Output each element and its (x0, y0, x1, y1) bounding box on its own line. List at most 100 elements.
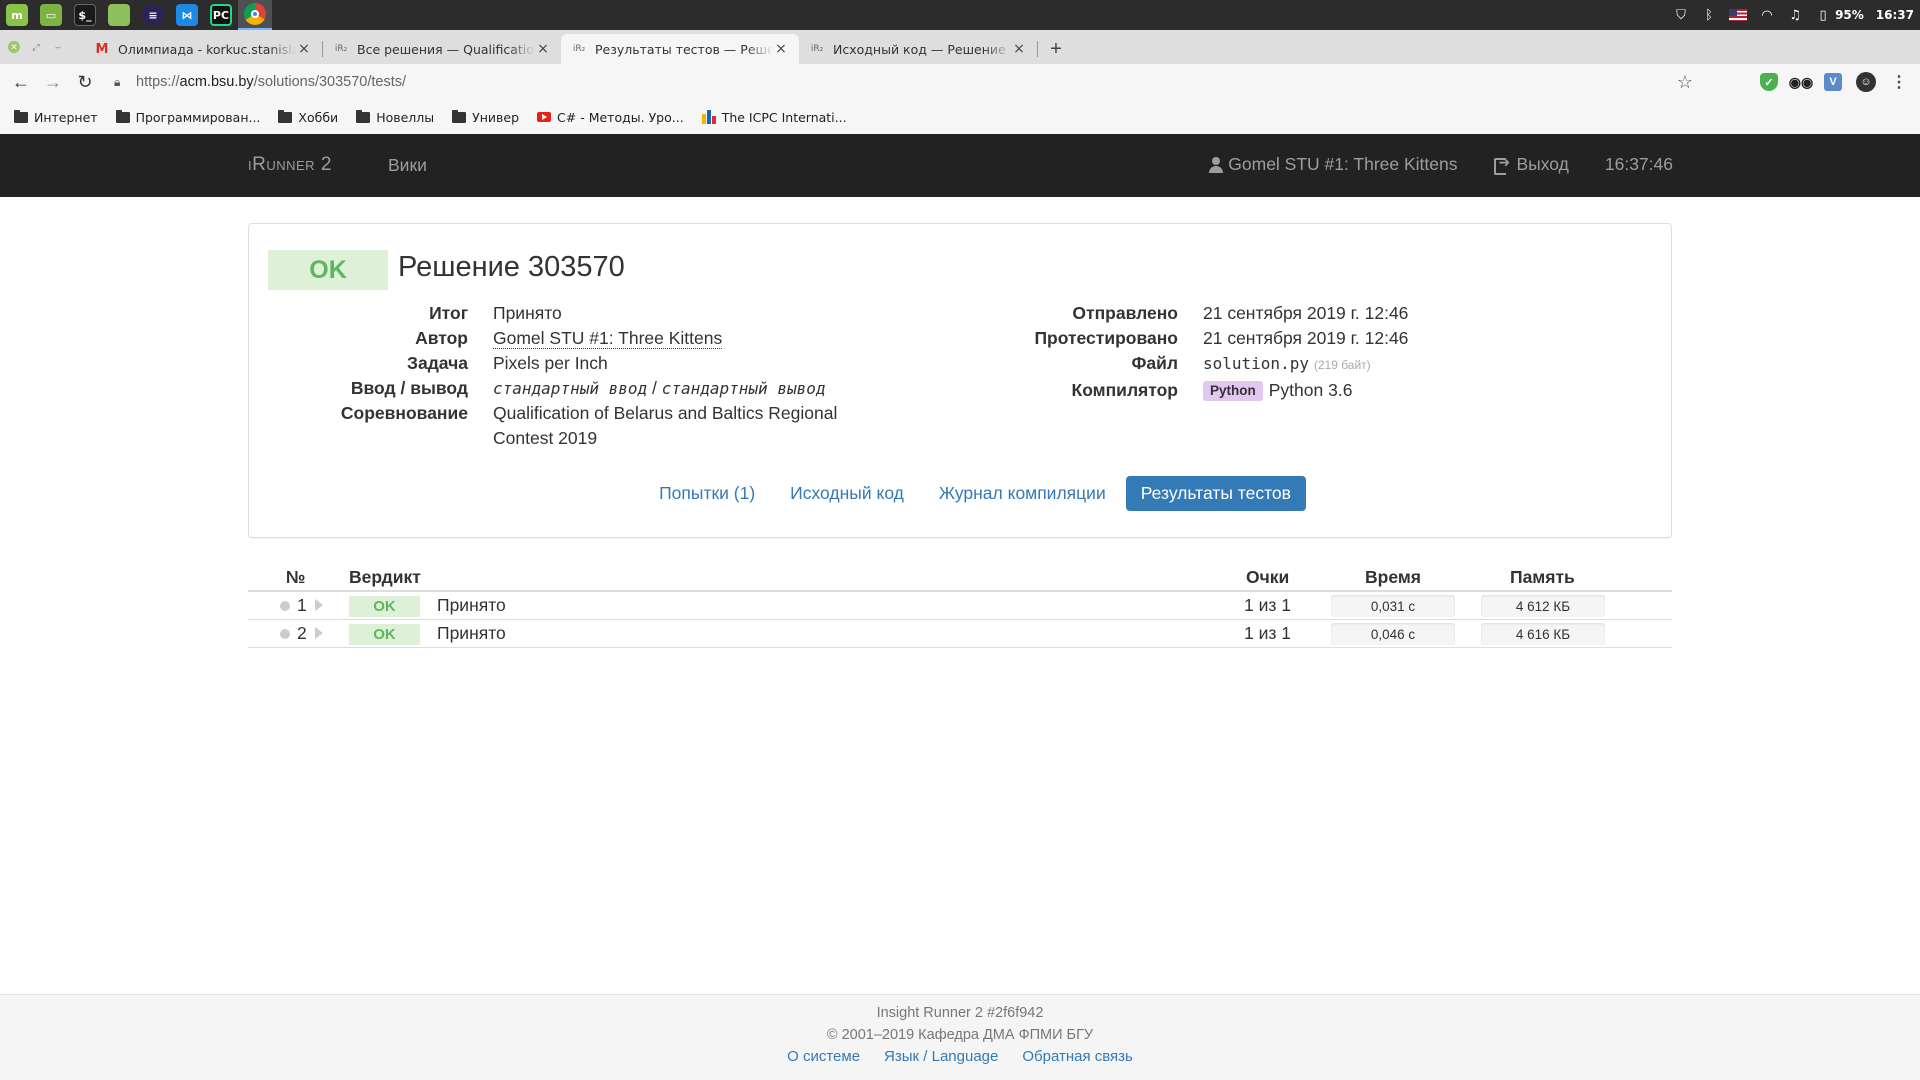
footer-link-feedback[interactable]: Обратная связь (1022, 1048, 1133, 1065)
info-row-file: Файл solution.py (219 байт) (968, 351, 1623, 378)
youtube-icon (537, 112, 552, 122)
address-bar[interactable]: 🔒︎ https://acm.bsu.by/solutions/303570/t… (114, 67, 1699, 97)
window-controls: ✕ ⤢ – (0, 30, 84, 64)
contest-link[interactable]: Qualification of Belarus and Baltics Reg… (493, 401, 853, 451)
browser-toolbar: ← → ↻ 🔒︎ https://acm.bsu.by/solutions/30… (0, 64, 1920, 100)
icpc-icon (701, 110, 716, 124)
io-separator: / (647, 378, 662, 398)
window-maximize-icon[interactable]: ⤢ (30, 41, 42, 53)
bookmark-icpc[interactable]: The ICPC Internati... (701, 110, 847, 125)
expand-triangle-icon[interactable] (315, 599, 323, 611)
solution-tabs: Попытки (1) Исходный код Журнал компиляц… (249, 476, 1671, 511)
nav-logout-link[interactable]: Выход (1493, 154, 1569, 175)
tab-test-results[interactable]: Результаты тестов (1125, 476, 1306, 511)
files-launcher[interactable]: ▭ (34, 0, 68, 30)
folder-icon (14, 109, 28, 123)
test-status-badge: OK (349, 624, 420, 645)
window-minimize-icon[interactable]: – (52, 41, 64, 53)
folder-icon (452, 109, 467, 123)
table-row[interactable]: 1 OK Принято 1 из 1 0,031 с 4 612 КБ (248, 592, 1672, 620)
adblock-shield-icon[interactable]: ✓ (1760, 73, 1778, 91)
info-label: Задача (407, 353, 468, 373)
arrow-left-icon: ← (12, 71, 30, 92)
bookmark-label: Программирован... (135, 109, 261, 125)
keyboard-layout-flag-icon[interactable] (1729, 9, 1748, 21)
shield-icon[interactable]: ⛉ (1673, 7, 1689, 23)
test-number: 1 (297, 595, 307, 615)
solution-panel: OK Решение 303570 Итог Принято Автор Gom… (248, 223, 1672, 538)
table-row[interactable]: 2 OK Принято 1 из 1 0,046 с 4 616 КБ (248, 620, 1672, 648)
bookmark-programming[interactable]: Программирован... (115, 109, 261, 125)
folder-icon (115, 109, 130, 123)
vk-extension-icon[interactable]: V (1824, 73, 1842, 91)
pycharm-launcher[interactable]: PC (204, 0, 238, 30)
bookmark-hobby[interactable]: Хобби (278, 109, 338, 125)
info-label: Компилятор (1071, 380, 1178, 400)
expand-triangle-icon[interactable] (315, 627, 323, 639)
wifi-icon[interactable]: ◠ (1759, 7, 1775, 23)
tab-source-code[interactable]: Исходный код (775, 476, 919, 511)
folder-launcher[interactable] (102, 0, 136, 30)
tab-close-icon[interactable]: × (773, 41, 789, 57)
bookmark-univer[interactable]: Универ (452, 109, 519, 125)
reload-button[interactable]: ↻ (70, 67, 100, 97)
mint-menu-icon: m (6, 4, 28, 26)
chrome-launcher[interactable] (238, 0, 272, 30)
tab-attempts[interactable]: Попытки (1) (644, 476, 770, 511)
info-row-problem: Задача Pixels per Inch (249, 351, 923, 376)
terminal-launcher[interactable]: $_ (68, 0, 102, 30)
vscode-launcher[interactable]: ⋈ (170, 0, 204, 30)
tab-close-icon[interactable]: × (296, 41, 312, 57)
mint-menu-button[interactable]: m (0, 0, 34, 30)
test-number: 2 (297, 623, 307, 643)
info-row-sent: Отправлено 21 сентября 2019 г. 12:46 (968, 301, 1623, 326)
col-time: Время (1365, 567, 1421, 587)
window-close-icon[interactable]: ✕ (8, 41, 20, 53)
author-link[interactable]: Gomel STU #1: Three Kittens (493, 328, 723, 349)
bookmark-novels[interactable]: Новеллы (356, 109, 434, 125)
test-status-badge: OK (349, 596, 420, 617)
eclipse-launcher[interactable]: ≡ (136, 0, 170, 30)
compiler-language-label: Python (1203, 381, 1263, 401)
tab-close-icon[interactable]: × (1011, 41, 1027, 57)
new-tab-button[interactable]: + (1038, 34, 1074, 64)
footer-link-about[interactable]: О системе (787, 1048, 860, 1065)
nav-user-link[interactable]: Gomel STU #1: Three Kittens (1209, 154, 1458, 175)
solution-info-right: Отправлено 21 сентября 2019 г. 12:46 Про… (968, 301, 1623, 403)
user-icon (1209, 156, 1224, 173)
bookmark-star-icon[interactable]: ☆ (1677, 72, 1693, 93)
incognito-glasses-icon[interactable]: ◉◉ (1789, 73, 1813, 91)
browser-tab-gmail[interactable]: M Олимпиада - korkuc.stanislav × (84, 34, 322, 64)
music-icon[interactable]: ♫ (1787, 7, 1803, 23)
url-scheme: https:// (136, 74, 180, 90)
nav-wiki-link[interactable]: Вики (388, 155, 427, 176)
os-clock[interactable]: 16:37 (1876, 8, 1914, 22)
bookmark-csharp-video[interactable]: C# - Методы. Уро... (537, 110, 684, 125)
site-brand[interactable]: iRunner 2 (248, 154, 332, 176)
browser-tab-all-solutions[interactable]: iR₂ Все решения — Qualification of × (323, 34, 561, 64)
bluetooth-icon[interactable]: ᛒ (1701, 7, 1717, 23)
chrome-menu-icon[interactable]: ⋮ (1890, 73, 1908, 91)
browser-tab-source-code[interactable]: iR₂ Исходный код — Решение 30 × (799, 34, 1037, 64)
memory-bar: 4 612 КБ (1481, 595, 1605, 617)
file-name: solution.py (1203, 354, 1309, 373)
test-points: 1 из 1 (1244, 595, 1291, 615)
lock-icon[interactable]: 🔒︎ (114, 75, 136, 90)
info-row-io: Ввод / вывод стандартный ввод / стандарт… (249, 376, 923, 401)
footer-link-language[interactable]: Язык / Language (884, 1048, 998, 1065)
brand-version: 2 (320, 154, 332, 175)
browser-tab-test-results[interactable]: iR₂ Результаты тестов — Решение × (561, 34, 799, 64)
profile-avatar[interactable]: ☺ (1856, 72, 1876, 92)
bookmark-internet[interactable]: Интернет (14, 109, 98, 125)
nav-user-name: Gomel STU #1: Three Kittens (1228, 154, 1458, 174)
battery-icon[interactable]: ▯ (1815, 7, 1831, 23)
time-value: 0,031 с (1370, 598, 1416, 614)
forward-button[interactable]: → (38, 67, 68, 97)
result-value: Принято (493, 303, 562, 323)
status-dot-icon (280, 629, 290, 639)
back-button[interactable]: ← (6, 67, 36, 97)
time-bar: 0,031 с (1331, 595, 1455, 617)
info-label: Ввод / вывод (350, 378, 468, 398)
tab-compilation-log[interactable]: Журнал компиляции (924, 476, 1121, 511)
tab-close-icon[interactable]: × (535, 41, 551, 57)
